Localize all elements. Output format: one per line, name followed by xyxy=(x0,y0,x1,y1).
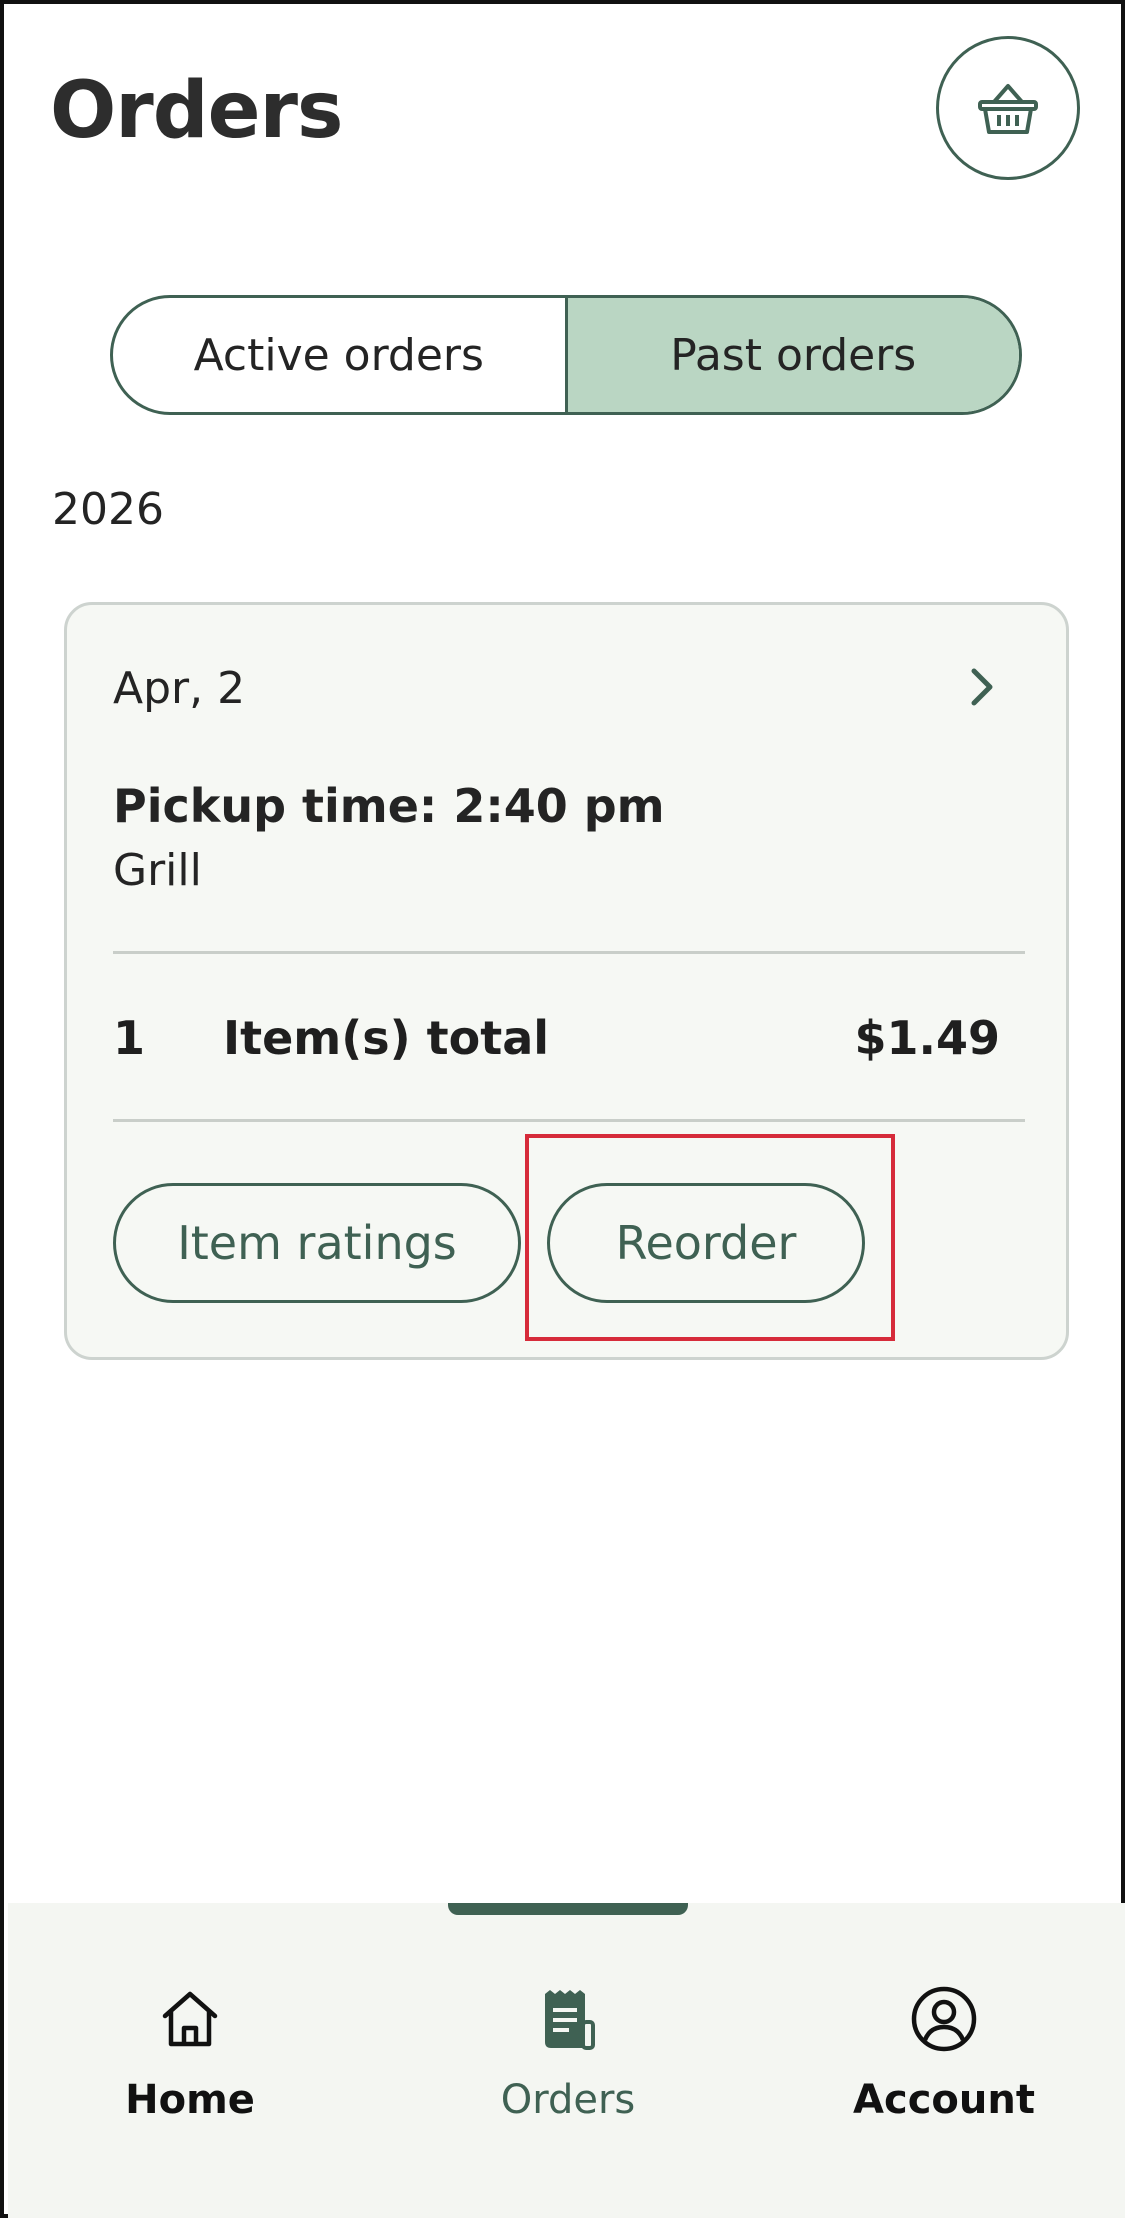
divider xyxy=(113,951,1025,954)
nav-home-label: Home xyxy=(125,2077,255,2123)
receipt-icon xyxy=(545,1990,595,2050)
nav-account-label: Account xyxy=(853,2077,1035,2123)
reorder-highlight-box xyxy=(525,1134,895,1341)
orders-segmented-control: Active orders Past orders xyxy=(110,295,1022,415)
page-title: Orders xyxy=(50,66,343,156)
tab-active-orders[interactable]: Active orders xyxy=(113,298,568,412)
item-ratings-button[interactable]: Item ratings xyxy=(113,1183,521,1303)
order-total-price: $1.49 xyxy=(854,1011,1000,1065)
basket-button[interactable] xyxy=(936,36,1080,180)
nav-orders[interactable]: Orders xyxy=(438,1981,698,2123)
divider xyxy=(113,1119,1025,1122)
pickup-location: Grill xyxy=(113,845,202,896)
items-total-label: Item(s) total xyxy=(223,1011,550,1065)
year-heading: 2026 xyxy=(52,484,164,535)
nav-account[interactable]: Account xyxy=(814,1981,1074,2123)
nav-orders-label: Orders xyxy=(500,2077,636,2123)
basket-icon xyxy=(978,84,1038,134)
nav-home[interactable]: Home xyxy=(60,1981,320,2123)
bottom-navigation: Home Orders Account xyxy=(8,1903,1125,2218)
items-count: 1 xyxy=(113,1011,146,1065)
chevron-right-icon[interactable] xyxy=(964,665,1000,709)
home-icon xyxy=(162,1991,218,2047)
account-icon xyxy=(911,1986,977,2052)
pickup-time: Pickup time: 2:40 pm xyxy=(113,779,665,833)
screen: Orders Active orders Past orders 2026 Ap… xyxy=(0,0,1125,2218)
tab-past-orders[interactable]: Past orders xyxy=(567,298,1019,412)
active-tab-indicator xyxy=(448,1903,688,1915)
order-date: Apr, 2 xyxy=(113,663,246,714)
